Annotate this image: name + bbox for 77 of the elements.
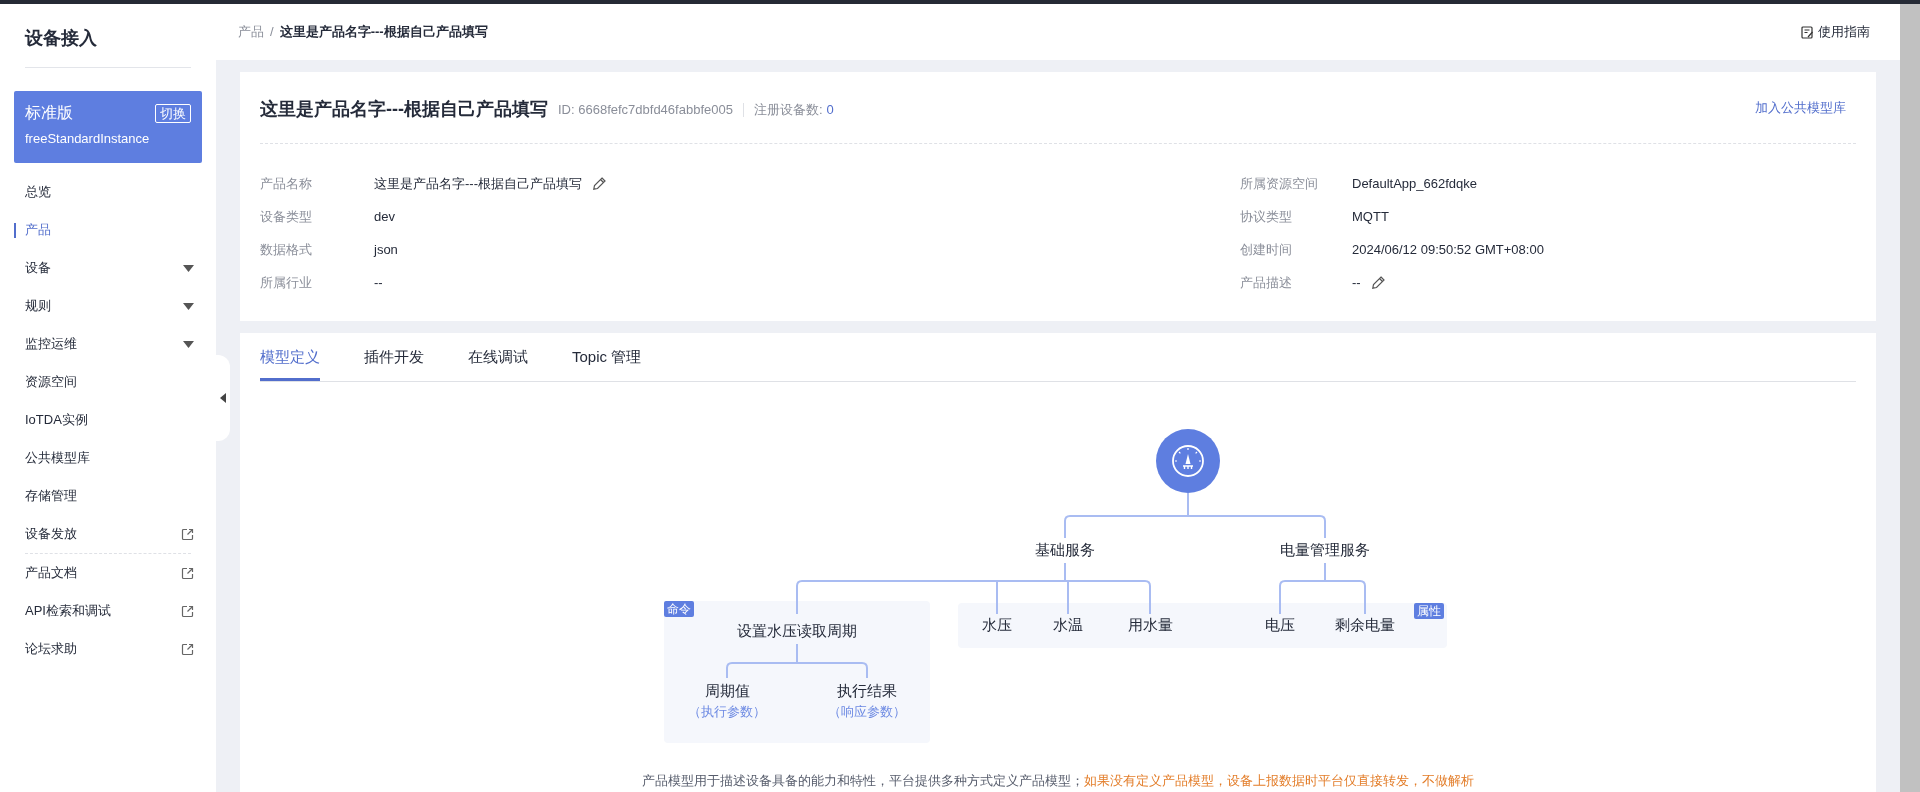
command-name: 设置水压读取周期 (737, 620, 857, 641)
sidebar-item[interactable]: 设备发放 (0, 515, 216, 553)
field-label: 数据格式 (260, 240, 313, 259)
sidebar-item[interactable]: 规则 (0, 287, 216, 325)
field-label: 设备类型 (260, 207, 313, 226)
command-tag: 命令 (664, 601, 694, 617)
product-id: ID: 6668fefc7dbfd46fabbfe005 (558, 100, 733, 119)
tab[interactable]: 模型定义 (260, 345, 320, 381)
field-label: 产品名称 (260, 174, 313, 193)
instance-edition: 标准版 (25, 103, 73, 123)
external-link-icon (181, 642, 194, 656)
parameter-role: （响应参数） (828, 703, 906, 722)
tab[interactable]: Topic 管理 (572, 345, 642, 381)
property-name: 水压 (982, 614, 1012, 635)
property-name: 剩余电量 (1335, 614, 1395, 635)
external-link-icon (181, 527, 194, 541)
field-label: 产品描述 (1240, 273, 1293, 292)
breadcrumb-link[interactable]: 产品 (238, 22, 264, 42)
add-to-library-link[interactable]: 加入公共模型库 (1755, 97, 1846, 118)
field-label: 所属行业 (260, 273, 313, 292)
field-label: 创建时间 (1240, 240, 1293, 259)
caret-down-icon (183, 302, 194, 310)
field-label: 协议类型 (1240, 207, 1293, 226)
device-count: 0 (826, 100, 834, 119)
tab[interactable]: 插件开发 (364, 345, 424, 381)
field-value: 2024/06/12 09:50:52 GMT+08:00 (1352, 240, 1544, 259)
sidebar-item[interactable]: 存储管理 (0, 477, 216, 515)
guide-icon (1801, 25, 1814, 39)
instance-card[interactable]: 标准版 切换 freeStandardInstance (14, 91, 202, 163)
sidebar-item[interactable]: 设备 (0, 249, 216, 287)
field-value: MQTT (1352, 207, 1389, 226)
sidebar-item[interactable]: 资源空间 (0, 363, 216, 401)
caret-down-icon (183, 264, 194, 272)
caret-left-icon (220, 393, 226, 403)
field-value: json (374, 240, 398, 259)
caret-down-icon (183, 340, 194, 348)
breadcrumb-separator: / (270, 23, 274, 42)
field-value: DefaultApp_662fdqke (1352, 174, 1478, 193)
property-name: 电压 (1265, 614, 1295, 635)
parameter-name: 执行结果 (837, 680, 897, 701)
sidebar-item[interactable]: 论坛求助 (0, 630, 216, 668)
model-description: 产品模型用于描述设备具备的能力和特性，平台提供多种方式定义产品模型； (642, 772, 1084, 790)
sidebar-item[interactable]: 总览 (0, 173, 216, 211)
field-label: 所属资源空间 (1240, 174, 1319, 193)
edit-icon[interactable] (1370, 275, 1386, 290)
edit-icon[interactable] (592, 176, 607, 191)
warning-text: 如果没有定义产品模型，设备上报数据时平台仅直接转发，不做解析 (1084, 772, 1474, 790)
device-count-label: 注册设备数: (753, 100, 823, 119)
service-name: 基础服务 (1035, 539, 1095, 560)
property-tag: 属性 (1414, 603, 1444, 619)
breadcrumb-current: 这里是产品名字---根据自己产品填写 (279, 23, 488, 42)
field-value: 这里是产品名字---根据自己产品填写 (374, 174, 582, 193)
external-link-icon (181, 566, 194, 580)
parameter-name: 周期值 (704, 680, 750, 701)
product-title: 这里是产品名字---根据自己产品填写 (260, 98, 548, 121)
guide-link[interactable]: 使用指南 (1801, 22, 1870, 42)
collapse-handle[interactable] (216, 355, 230, 441)
property-name: 用水量 (1127, 614, 1173, 635)
property-name: 水温 (1053, 614, 1083, 635)
field-value: dev (374, 207, 395, 226)
field-value: -- (1352, 273, 1361, 292)
sidebar-item[interactable]: IoTDA实例 (0, 401, 216, 439)
sidebar-item[interactable]: 产品 (0, 211, 216, 249)
sidebar-item[interactable]: 产品文档 (0, 554, 216, 592)
parameter-role: （执行参数） (688, 703, 766, 722)
sidebar-item[interactable]: 公共模型库 (0, 439, 216, 477)
instance-name: freeStandardInstance (25, 130, 151, 148)
sidebar-title: 设备接入 (23, 27, 98, 50)
service-name: 电量管理服务 (1280, 539, 1370, 560)
external-link-icon (181, 604, 194, 618)
sidebar-item[interactable]: 监控运维 (0, 325, 216, 363)
field-value: -- (374, 273, 383, 292)
sidebar-item[interactable]: API检索和调试 (0, 592, 216, 630)
tab[interactable]: 在线调试 (468, 345, 528, 381)
gauge-icon (1171, 444, 1205, 478)
scrollbar[interactable] (1900, 4, 1920, 792)
switch-button[interactable]: 切换 (155, 103, 191, 123)
